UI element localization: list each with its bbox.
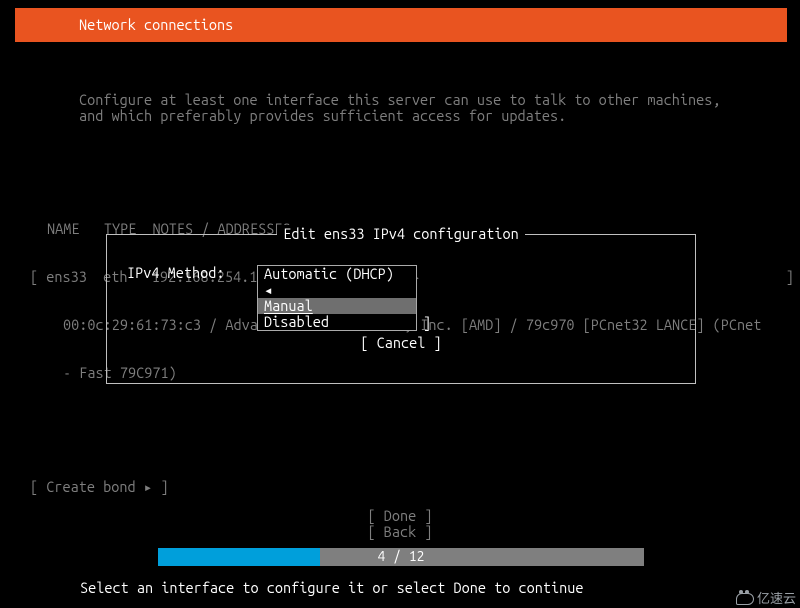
create-bond-button[interactable]: [ Create bond ▸ ] [15,479,785,495]
intro-text: Configure at least one interface this se… [15,92,785,124]
back-button[interactable]: [ Back ] [0,524,800,540]
watermark-text: 亿速云 [757,592,796,606]
cloud-icon [736,593,754,605]
option-automatic-dhcp[interactable]: Automatic (DHCP) ◂ [258,266,416,298]
ipv4-config-dialog: Edit ens33 IPv4 configuration IPv4 Metho… [106,234,696,384]
hint-text: Select an interface to configure it or s… [80,580,583,596]
option-manual[interactable]: Manual [258,298,416,314]
ipv4-method-label: IPv4 Method: [127,265,257,281]
progress-label: 4 / 12 [158,549,644,564]
ipv4-method-dropdown[interactable]: Automatic (DHCP) ◂ Manual Disabled [257,265,417,331]
dropdown-close-bracket: ] [423,315,431,331]
page-title: Network connections [79,17,233,33]
dialog-title: Edit ens33 IPv4 configuration [107,226,695,242]
cancel-button[interactable]: [ Cancel ] [107,335,695,351]
done-button[interactable]: [ Done ] [0,508,800,524]
header-bar: Network connections [15,8,787,42]
watermark: 亿速云 [736,592,796,606]
option-disabled[interactable]: Disabled [258,314,416,330]
progress-bar: 4 / 12 [158,548,644,566]
nav-buttons: [ Done ] [ Back ] [0,508,800,540]
